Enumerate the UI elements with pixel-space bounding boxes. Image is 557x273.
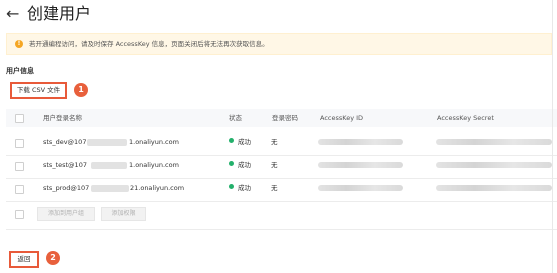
masked-accesskey-secret — [436, 185, 552, 191]
masked-login — [91, 185, 129, 192]
warning-icon: ! — [15, 40, 23, 48]
success-dot-icon — [229, 184, 234, 189]
column-header-login: 用户登录名称 — [43, 114, 82, 122]
success-dot-icon — [229, 161, 234, 166]
table-header: 用户登录名称 状态 登录密码 AccessKey ID AccessKey Se… — [6, 109, 557, 127]
return-button[interactable]: 返回 — [9, 251, 39, 268]
page-title: 创建用户 — [27, 4, 92, 23]
masked-login — [91, 162, 127, 169]
row-checkbox[interactable] — [15, 185, 24, 194]
row-divider — [6, 201, 557, 202]
login-name-prefix: sts_test@107 — [43, 161, 87, 169]
row-divider — [6, 178, 557, 179]
banner-text: 若开通编程访问，请及时保存 AccessKey 信息，页面关闭后将无法再次获取信… — [29, 40, 269, 48]
callout-badge-1: 1 — [74, 83, 88, 97]
download-csv-button[interactable]: 下载 CSV 文件 — [10, 82, 67, 99]
row-divider — [6, 155, 557, 156]
row-checkbox[interactable] — [15, 162, 24, 171]
masked-accesskey-secret — [436, 139, 552, 145]
login-name-suffix: 1.onaliyun.com — [129, 161, 179, 169]
masked-accesskey-secret — [436, 162, 552, 168]
row-divider — [6, 229, 557, 230]
success-dot-icon — [229, 138, 234, 143]
status-cell: 成功 — [229, 160, 251, 170]
login-name-prefix: sts_prod@107 — [43, 184, 90, 192]
callout-badge-2: 2 — [46, 251, 60, 265]
column-header-status: 状态 — [229, 114, 242, 122]
password-cell: 无 — [271, 184, 278, 192]
masked-accesskey-id — [318, 139, 403, 145]
password-cell: 无 — [271, 138, 278, 146]
select-all-checkbox[interactable] — [15, 114, 24, 123]
add-permission-button[interactable]: 添加权限 — [101, 207, 146, 221]
section-title: 用户信息 — [6, 67, 34, 75]
masked-accesskey-id — [318, 162, 403, 168]
page-edge-divider — [552, 0, 553, 273]
status-cell: 成功 — [229, 137, 251, 147]
login-name-prefix: sts_dev@107 — [43, 138, 87, 146]
column-header-accesskey-secret: AccessKey Secret — [437, 114, 494, 122]
masked-accesskey-id — [318, 185, 403, 191]
warning-banner: ! 若开通编程访问，请及时保存 AccessKey 信息，页面关闭后将无法再次获… — [6, 33, 552, 55]
column-header-password: 登录密码 — [272, 114, 298, 122]
login-name-suffix: 21.onaliyun.com — [130, 184, 185, 192]
row-checkbox[interactable] — [15, 139, 24, 148]
footer-checkbox[interactable] — [15, 210, 24, 219]
password-cell: 无 — [271, 161, 278, 169]
add-to-group-button[interactable]: 添加到用户组 — [37, 207, 95, 221]
column-header-accesskey-id: AccessKey ID — [320, 114, 364, 122]
masked-login — [87, 139, 127, 146]
status-cell: 成功 — [229, 183, 251, 193]
login-name-suffix: 1.onaliyun.com — [129, 138, 179, 146]
back-arrow-icon[interactable]: ← — [6, 4, 19, 24]
